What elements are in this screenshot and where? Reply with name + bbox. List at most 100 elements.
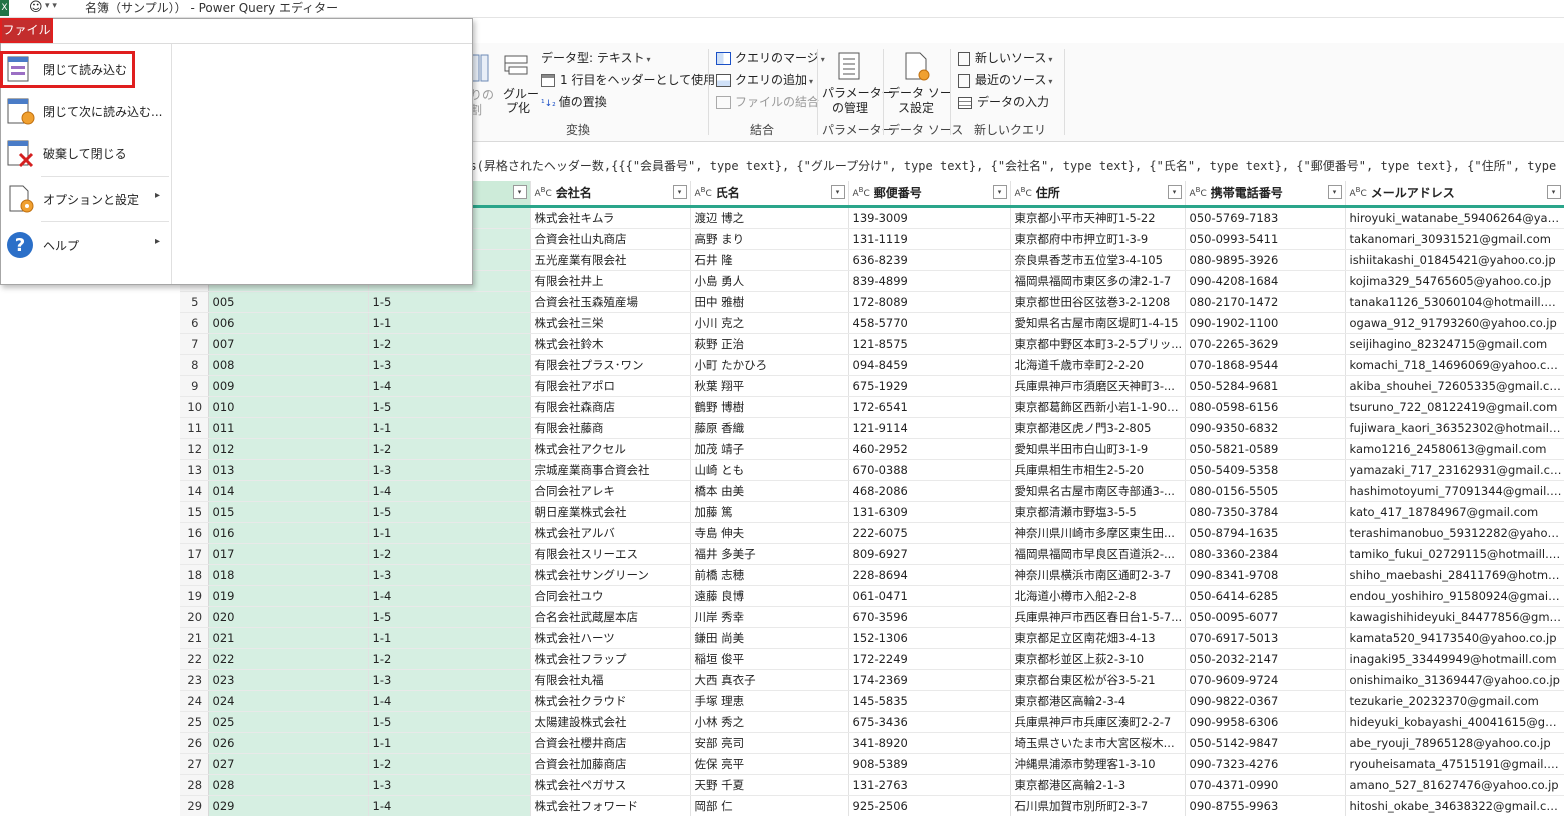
table-cell[interactable]: 合名会社武蔵屋本店 bbox=[530, 606, 691, 628]
table-cell[interactable]: 1-2 bbox=[368, 543, 531, 565]
table-cell[interactable]: 809-6927 bbox=[848, 543, 1011, 565]
table-cell[interactable]: 172-8089 bbox=[848, 291, 1011, 313]
table-cell[interactable]: 株式会社鈴木 bbox=[530, 333, 691, 355]
table-cell[interactable]: 福岡県福岡市早良区百道浜2-... bbox=[1010, 543, 1186, 565]
column-header[interactable]: ABC 郵便番号 ▾ bbox=[848, 181, 1011, 208]
table-cell[interactable]: 株式会社クラウド bbox=[530, 690, 691, 712]
table-cell[interactable]: hitoshi_okabe_34638322@gmail.com bbox=[1345, 795, 1564, 816]
column-filter-icon[interactable]: ▾ bbox=[1327, 185, 1342, 199]
table-cell[interactable]: seijihagino_82324715@gmail.com bbox=[1345, 333, 1564, 355]
table-cell[interactable]: 228-8694 bbox=[848, 564, 1011, 586]
column-filter-icon[interactable]: ▾ bbox=[1167, 185, 1182, 199]
table-row[interactable]: 20 020 1-5 合名会社武蔵屋本店 川岸 秀幸 670-3596 兵庫県神戸市西区春日… bbox=[180, 606, 1564, 628]
table-cell[interactable]: endou_yoshihiro_91580924@gmail.com bbox=[1345, 585, 1564, 607]
row-number[interactable]: 24 bbox=[180, 690, 209, 712]
row-number[interactable]: 16 bbox=[180, 522, 209, 544]
table-cell[interactable]: shiho_maebashi_28411769@hotmaill.com bbox=[1345, 564, 1564, 586]
table-cell[interactable]: 1-5 bbox=[368, 291, 531, 313]
table-row[interactable]: 12 012 1-2 株式会社アクセル 加茂 靖子 460-2952 愛知県半田市白山町3-… bbox=[180, 438, 1564, 460]
table-cell[interactable]: 沖縄県浦添市勢理客1-3-10 bbox=[1010, 753, 1186, 775]
table-cell[interactable]: 152-1306 bbox=[848, 627, 1011, 649]
table-cell[interactable]: 1-2 bbox=[368, 333, 531, 355]
table-row[interactable]: 25 025 1-5 太陽建設株式会社 小林 秀之 675-3436 兵庫県神戸市兵庫区湊町… bbox=[180, 711, 1564, 733]
table-cell[interactable]: 1-2 bbox=[368, 753, 531, 775]
table-cell[interactable]: 018 bbox=[208, 564, 369, 586]
table-cell[interactable]: 山崎 とも bbox=[690, 459, 849, 481]
table-cell[interactable]: 050-0095-6077 bbox=[1185, 606, 1346, 628]
table-cell[interactable]: 908-5389 bbox=[848, 753, 1011, 775]
table-cell[interactable]: 1-1 bbox=[368, 522, 531, 544]
table-cell[interactable]: 1-3 bbox=[368, 669, 531, 691]
table-cell[interactable]: 川岸 秀幸 bbox=[690, 606, 849, 628]
table-cell[interactable]: 天野 千夏 bbox=[690, 774, 849, 796]
table-cell[interactable]: 小川 克之 bbox=[690, 312, 849, 334]
table-cell[interactable]: 佐保 亮平 bbox=[690, 753, 849, 775]
row-number[interactable]: 17 bbox=[180, 543, 209, 565]
table-cell[interactable]: 東京都世田谷区弦巻3-2-1208 bbox=[1010, 291, 1186, 313]
table-cell[interactable]: 029 bbox=[208, 795, 369, 816]
table-cell[interactable]: 株式会社フォワード bbox=[530, 795, 691, 816]
table-cell[interactable]: 675-3436 bbox=[848, 711, 1011, 733]
table-cell[interactable]: 080-0156-5505 bbox=[1185, 480, 1346, 502]
smiley-icon[interactable]: ☺ bbox=[29, 1, 43, 15]
table-cell[interactable]: 021 bbox=[208, 627, 369, 649]
table-row[interactable]: 8 008 1-3 有限会社プラス･ワン 小町 たかひろ 094-8459 北海道千歳市幸町… bbox=[180, 354, 1564, 376]
table-cell[interactable]: 愛知県半田市白山町3-1-9 bbox=[1010, 438, 1186, 460]
column-header[interactable]: ABC 住所 ▾ bbox=[1010, 181, 1186, 208]
table-cell[interactable]: 670-0388 bbox=[848, 459, 1011, 481]
table-cell[interactable]: 株式会社三栄 bbox=[530, 312, 691, 334]
table-cell[interactable]: 1-2 bbox=[368, 648, 531, 670]
column-filter-icon[interactable]: ▾ bbox=[1546, 185, 1561, 199]
table-cell[interactable]: 小町 たかひろ bbox=[690, 354, 849, 376]
replace-values-button[interactable]: ¹↓₂ 値の置換 bbox=[541, 94, 607, 112]
table-cell[interactable]: 宗城産業商事合資会社 bbox=[530, 459, 691, 481]
table-row[interactable]: 11 011 1-1 有限会社藤商 藤原 香織 121-9114 東京都港区虎ノ門3-2-8… bbox=[180, 417, 1564, 439]
table-cell[interactable]: 090-8341-9708 bbox=[1185, 564, 1346, 586]
table-cell[interactable]: 前橋 志穂 bbox=[690, 564, 849, 586]
table-cell[interactable]: inagaki95_33449949@hotmaill.com bbox=[1345, 648, 1564, 670]
table-cell[interactable]: 東京都杉並区上荻2-3-10 bbox=[1010, 648, 1186, 670]
table-cell[interactable]: 愛知県名古屋市南区堤町1-4-15 bbox=[1010, 312, 1186, 334]
table-cell[interactable]: ogawa_912_91793260@yahoo.co.jp bbox=[1345, 312, 1564, 334]
row-number[interactable]: 25 bbox=[180, 711, 209, 733]
table-cell[interactable]: 東京都足立区南花畑3-4-13 bbox=[1010, 627, 1186, 649]
table-row[interactable]: 7 007 1-2 株式会社鈴木 萩野 正治 121-8575 東京都中野区本町3-2-5ブ… bbox=[180, 333, 1564, 355]
table-cell[interactable]: 兵庫県神戸市須磨区天神町3-... bbox=[1010, 375, 1186, 397]
table-cell[interactable]: kawagishihideyuki_84477856@gmail.com bbox=[1345, 606, 1564, 628]
table-cell[interactable]: 028 bbox=[208, 774, 369, 796]
table-cell[interactable]: 460-2952 bbox=[848, 438, 1011, 460]
table-cell[interactable]: 080-9895-3926 bbox=[1185, 249, 1346, 271]
table-cell[interactable]: 株式会社アルバ bbox=[530, 522, 691, 544]
text-type-icon[interactable]: ABC bbox=[535, 181, 552, 204]
row-number[interactable]: 9 bbox=[180, 375, 209, 397]
column-header[interactable]: ABC メールアドレス ▾ bbox=[1345, 181, 1564, 208]
table-cell[interactable]: 1-4 bbox=[368, 480, 531, 502]
manage-parameters-button[interactable]: パラメーター の管理 bbox=[822, 86, 894, 116]
table-cell[interactable]: 小島 勇人 bbox=[690, 270, 849, 292]
row-number[interactable]: 22 bbox=[180, 648, 209, 670]
row-number[interactable]: 20 bbox=[180, 606, 209, 628]
table-cell[interactable]: 172-2249 bbox=[848, 648, 1011, 670]
table-cell[interactable]: 福井 多美子 bbox=[690, 543, 849, 565]
table-cell[interactable]: 株式会社ハーツ bbox=[530, 627, 691, 649]
column-filter-icon[interactable]: ▾ bbox=[830, 185, 845, 199]
table-cell[interactable]: 090-9958-6306 bbox=[1185, 711, 1346, 733]
table-cell[interactable]: 050-2032-2147 bbox=[1185, 648, 1346, 670]
table-row[interactable]: 18 018 1-3 株式会社サングリーン 前橋 志穂 228-8694 神奈川県横浜市南区… bbox=[180, 564, 1564, 586]
column-header[interactable]: ABC 携帯電話番号 ▾ bbox=[1185, 181, 1346, 208]
table-cell[interactable]: 兵庫県神戸市西区春日台1-5-7... bbox=[1010, 606, 1186, 628]
table-cell[interactable]: fujiwara_kaori_36352302@hotmaill.com bbox=[1345, 417, 1564, 439]
table-cell[interactable]: kamo1216_24580613@gmail.com bbox=[1345, 438, 1564, 460]
table-cell[interactable]: 石井 隆 bbox=[690, 249, 849, 271]
split-column-label[interactable]: りの bbox=[470, 87, 494, 103]
table-cell[interactable]: 株式会社サングリーン bbox=[530, 564, 691, 586]
table-row[interactable]: 19 019 1-4 合同会社ユウ 遠藤 良博 061-0471 北海道小樽市入船2-2-8… bbox=[180, 585, 1564, 607]
row-number[interactable]: 27 bbox=[180, 753, 209, 775]
merge-queries-button[interactable]: クエリのマージ ▾ bbox=[716, 50, 825, 68]
table-cell[interactable]: 藤原 香織 bbox=[690, 417, 849, 439]
table-cell[interactable]: kamata520_94173540@yahoo.co.jp bbox=[1345, 627, 1564, 649]
close-and-load-to-item[interactable]: 閉じて次に読み込む... bbox=[1, 90, 171, 132]
table-cell[interactable]: 合資会社櫻井商店 bbox=[530, 732, 691, 754]
table-cell[interactable]: 172-6541 bbox=[848, 396, 1011, 418]
table-cell[interactable]: 014 bbox=[208, 480, 369, 502]
